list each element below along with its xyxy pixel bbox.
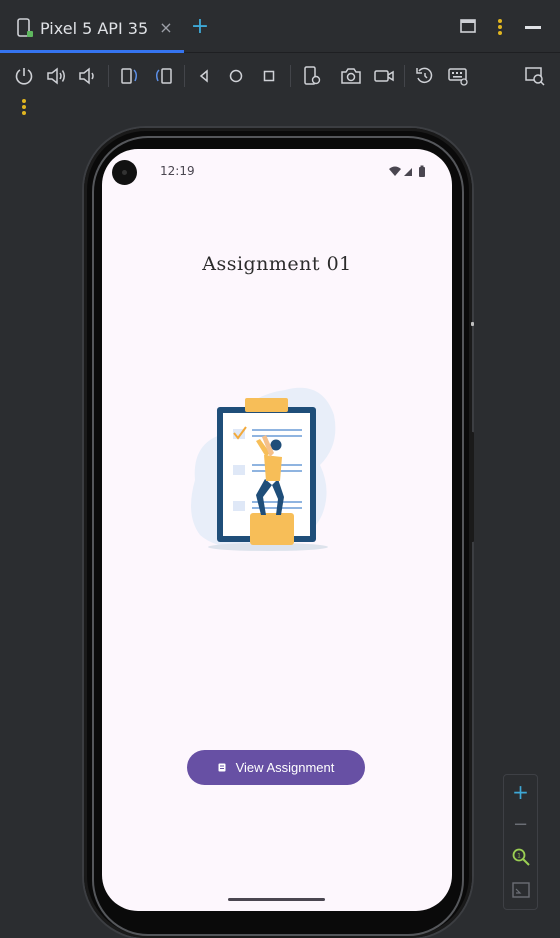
- status-icons: [389, 165, 425, 177]
- snapshot-icon[interactable]: [414, 65, 436, 87]
- gesture-nav-handle[interactable]: [228, 898, 325, 901]
- zoom-fit-button[interactable]: [504, 875, 537, 905]
- page-title: Assignment 01: [202, 253, 352, 275]
- tab-title: Pixel 5 API 35: [40, 19, 149, 38]
- power-icon[interactable]: [13, 65, 35, 87]
- svg-text:1: 1: [517, 853, 521, 860]
- restore-window-icon[interactable]: [460, 18, 476, 34]
- zoom-out-button[interactable]: −: [504, 810, 537, 840]
- volume-up-icon[interactable]: [45, 65, 67, 87]
- display-settings-icon[interactable]: [524, 65, 546, 87]
- rotate-left-icon[interactable]: [119, 65, 141, 87]
- checklist-illustration: [191, 387, 336, 551]
- toolbar-separator: [108, 65, 109, 87]
- overview-icon[interactable]: [258, 65, 280, 87]
- zoom-out-icon: −: [512, 814, 529, 835]
- status-time: 12:19: [160, 164, 195, 178]
- view-assignment-label: View Assignment: [235, 760, 335, 775]
- minimize-icon[interactable]: [525, 26, 541, 30]
- emulator-toolbar: [0, 53, 560, 125]
- zoom-in-icon: +: [512, 780, 529, 804]
- add-tab-button[interactable]: +: [190, 14, 210, 40]
- device-settings-icon[interactable]: [301, 65, 323, 87]
- view-assignment-button[interactable]: View Assignment: [187, 750, 365, 785]
- keyboard-icon[interactable]: [447, 65, 469, 87]
- zoom-in-button[interactable]: +: [504, 777, 537, 807]
- power-side-button: [471, 322, 474, 326]
- battery-icon: [419, 167, 425, 177]
- close-icon[interactable]: ×: [158, 18, 174, 38]
- tab-pixel-5[interactable]: Pixel 5 API 35 ×: [0, 0, 184, 53]
- device-screen[interactable]: 12:19 Assignment 01 View Assignment: [102, 149, 452, 911]
- camera-cutout: [112, 160, 137, 185]
- screenshot-icon[interactable]: [340, 65, 362, 87]
- device-icon: [17, 18, 33, 37]
- zoom-magnifier-icon: 1: [512, 848, 530, 866]
- wifi-icon: [389, 166, 401, 176]
- toolbar-separator: [404, 65, 405, 87]
- home-icon[interactable]: [225, 65, 247, 87]
- zoom-controls: + − 1: [503, 774, 538, 910]
- toolbar-separator: [184, 65, 185, 87]
- document-icon: [218, 763, 226, 772]
- volume-side-button: [471, 432, 474, 542]
- zoom-actual-size-button[interactable]: 1: [504, 842, 537, 872]
- toolbar-separator: [290, 65, 291, 87]
- volume-down-icon[interactable]: [77, 65, 99, 87]
- more-icon[interactable]: [13, 97, 35, 119]
- signal-icon: [404, 168, 412, 176]
- back-icon[interactable]: [193, 65, 215, 87]
- rotate-right-icon[interactable]: [152, 65, 174, 87]
- more-vertical-icon[interactable]: [494, 18, 506, 36]
- tab-bar: Pixel 5 API 35 × +: [0, 0, 560, 53]
- screen-record-icon[interactable]: [373, 65, 395, 87]
- fit-screen-icon: [511, 882, 530, 898]
